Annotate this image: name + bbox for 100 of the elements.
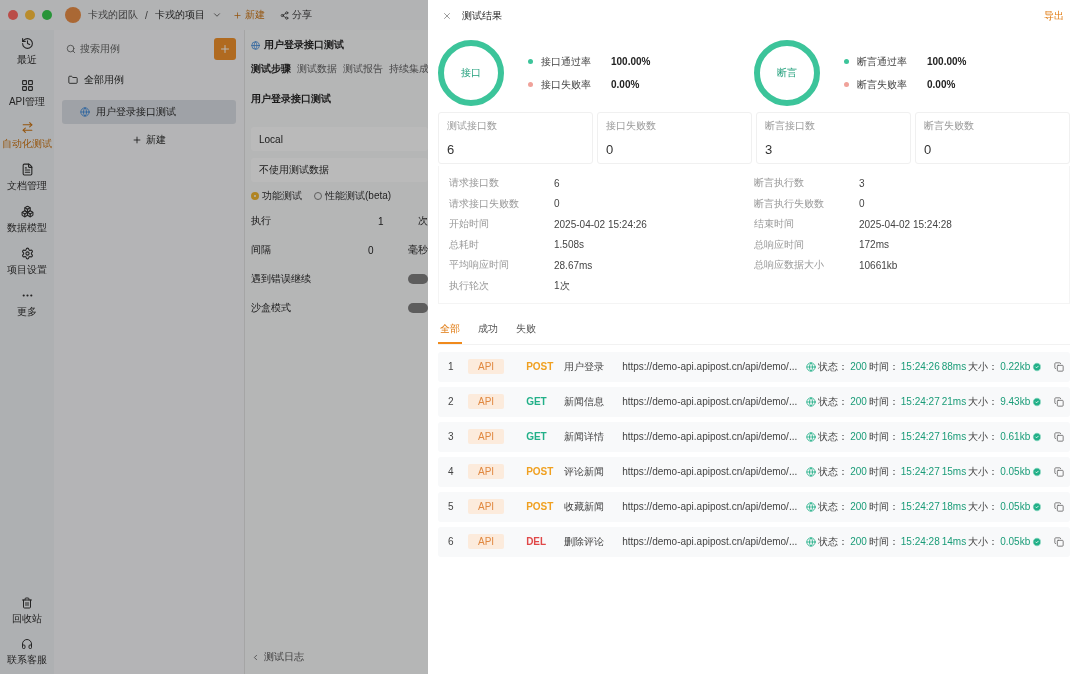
unit-label: 次: [418, 214, 428, 228]
tree-item[interactable]: 全部用例: [62, 68, 236, 92]
result-row[interactable]: 1 API POST 用户登录 https://demo-api.apipost.cn/api/demo/... 状态： 200 时间： 15:24:26 88ms 大小： 0.22kb: [438, 351, 1070, 382]
rate-label: 断言失败率: [857, 77, 908, 92]
sidebar-item[interactable]: 项目设置: [0, 244, 54, 280]
close-window-icon[interactable]: [8, 10, 18, 20]
minimize-window-icon[interactable]: [25, 10, 35, 20]
check-icon: [1032, 396, 1043, 407]
duration-value: 18ms: [941, 501, 967, 512]
filter-tab[interactable]: 失败: [514, 317, 538, 344]
copy-icon[interactable]: [1054, 536, 1064, 547]
stat-value: 6: [447, 142, 456, 157]
ring-chart: 接口: [438, 40, 504, 106]
sidebar-item[interactable]: 回收站: [0, 594, 54, 629]
result-row[interactable]: 5 API POST 收藏新闻 https://demo-api.apipost.cn/api/demo/... 状态： 200 时间： 15:24:27 18ms 大小： 0.05kb: [438, 491, 1070, 522]
result-row[interactable]: 4 API POST 评论新闻 https://demo-api.apipost.cn/api/demo/... 状态： 200 时间： 15:24:27 15ms 大小： 0.05kb: [438, 456, 1070, 487]
sidebar-item[interactable]: 联系客服: [0, 635, 54, 670]
copy-icon[interactable]: [1054, 396, 1064, 407]
sidebar-label: 最近: [17, 53, 37, 67]
stat-label: 测试接口数: [447, 119, 498, 133]
result-row[interactable]: 6 API DEL 删除评论 https://demo-api.apipost.cn/api/demo/... 状态： 200 时间： 15:24:28 14ms 大小： 0.05kb: [438, 526, 1070, 557]
request-name: 收藏新闻: [564, 499, 606, 514]
result-row[interactable]: 2 API GET 新闻信息 https://demo-api.apipost.cn/api/demo/... 状态： 200 时间： 15:24:27 21ms 大小： 9.43kb: [438, 386, 1070, 417]
chevron-left-icon[interactable]: [251, 652, 260, 662]
request-name: 新闻详情: [564, 429, 606, 444]
stat-value: 0: [606, 142, 615, 157]
detail-label: 执行轮次: [449, 278, 490, 293]
type-tag: API: [468, 394, 505, 409]
status-label: 状态：: [818, 464, 849, 479]
radio-icon[interactable]: [251, 192, 259, 200]
number-field[interactable]: 1: [378, 215, 418, 227]
size-value: 9.43kb: [1000, 396, 1031, 407]
add-button[interactable]: [214, 38, 236, 60]
data-select[interactable]: 不使用测试数据: [251, 158, 428, 182]
sidebar-label: 联系客服: [7, 653, 47, 667]
sidebar-item[interactable]: 数据模型: [0, 202, 54, 238]
editor-tab[interactable]: 用户登录接口测试: [251, 38, 428, 52]
header-button[interactable]: 分享: [275, 8, 316, 22]
new-button[interactable]: 新建: [126, 132, 172, 148]
field-label: 间隔: [251, 243, 272, 257]
maximize-window-icon[interactable]: [42, 10, 52, 20]
test-title: 用户登录接口测试: [251, 92, 332, 106]
check-icon: [1032, 501, 1043, 512]
time-value: 15:24:27: [900, 396, 940, 407]
copy-icon[interactable]: [1054, 501, 1064, 512]
result-row[interactable]: 3 API GET 新闻详情 https://demo-api.apipost.cn/api/demo/... 状态： 200 时间： 15:24:27 16ms 大小： 0.61kb: [438, 421, 1070, 452]
globe-icon: [806, 396, 817, 407]
sidebar-item[interactable]: 最近: [0, 34, 54, 70]
globe-icon: [806, 501, 817, 512]
stat-label: 断言接口数: [765, 119, 816, 133]
request-url: https://demo-api.apipost.cn/api/demo/...: [622, 431, 799, 442]
size-value: 0.05kb: [1000, 536, 1031, 547]
number-field[interactable]: 0: [368, 244, 408, 256]
sidebar-item[interactable]: API管理: [0, 76, 54, 112]
search-field[interactable]: 搜索用例: [62, 38, 206, 60]
log-link[interactable]: 测试日志: [264, 650, 304, 664]
check-icon: [1032, 431, 1043, 442]
ring-chart: 断言: [754, 40, 820, 106]
tree-item[interactable]: 用户登录接口测试: [62, 100, 236, 124]
toggle-switch[interactable]: [408, 303, 428, 313]
chevron-down-icon[interactable]: [211, 10, 222, 20]
detail-label: 断言执行数: [754, 176, 805, 190]
size-value: 0.22kb: [1000, 361, 1031, 372]
sidebar-item[interactable]: 文档管理: [0, 160, 54, 196]
copy-icon[interactable]: [1054, 431, 1064, 442]
breadcrumb-item[interactable]: 卡戎的团队: [88, 8, 138, 22]
sidebar-label: 数据模型: [7, 221, 47, 235]
copy-icon[interactable]: [1054, 361, 1064, 372]
globe-icon: [806, 466, 817, 477]
status-label: 状态：: [818, 394, 849, 409]
row-index: 1: [448, 361, 455, 372]
copy-icon[interactable]: [1054, 466, 1064, 477]
filter-tab[interactable]: 成功: [476, 317, 500, 344]
rate-value: 100.00%: [611, 56, 651, 67]
duration-value: 15ms: [941, 466, 967, 477]
size-label: 大小：: [968, 429, 999, 444]
trash-icon: [21, 597, 33, 609]
sub-tab[interactable]: 测试报告: [343, 59, 383, 79]
status-value: 200: [850, 466, 867, 477]
status-label: 状态：: [818, 534, 849, 549]
sidebar-item[interactable]: 更多: [0, 286, 54, 322]
status-label: 状态：: [818, 499, 849, 514]
sub-tab[interactable]: 持续集成: [389, 59, 428, 79]
sub-tab[interactable]: 测试数据: [297, 59, 337, 79]
detail-value: 2025-04-02 15:24:28: [859, 218, 952, 230]
request-url: https://demo-api.apipost.cn/api/demo/...: [622, 536, 799, 547]
environment-select[interactable]: Local: [251, 127, 428, 151]
detail-label: 总响应时间: [754, 237, 805, 252]
mode-option[interactable]: 性能测试(beta): [314, 189, 392, 203]
rate-label: 接口失败率: [541, 77, 592, 92]
sub-tab[interactable]: 测试步骤: [251, 59, 291, 79]
close-icon[interactable]: [442, 11, 452, 21]
mode-option[interactable]: 功能测试: [251, 189, 302, 203]
time-value: 15:24:26: [900, 361, 940, 372]
plus-icon: [232, 10, 242, 20]
size-label: 大小：: [968, 464, 999, 479]
time-label: 时间：: [868, 499, 899, 514]
row-index: 3: [448, 431, 455, 442]
breadcrumb-item[interactable]: 卡戎的项目: [154, 8, 205, 22]
toggle-switch[interactable]: [408, 274, 428, 284]
